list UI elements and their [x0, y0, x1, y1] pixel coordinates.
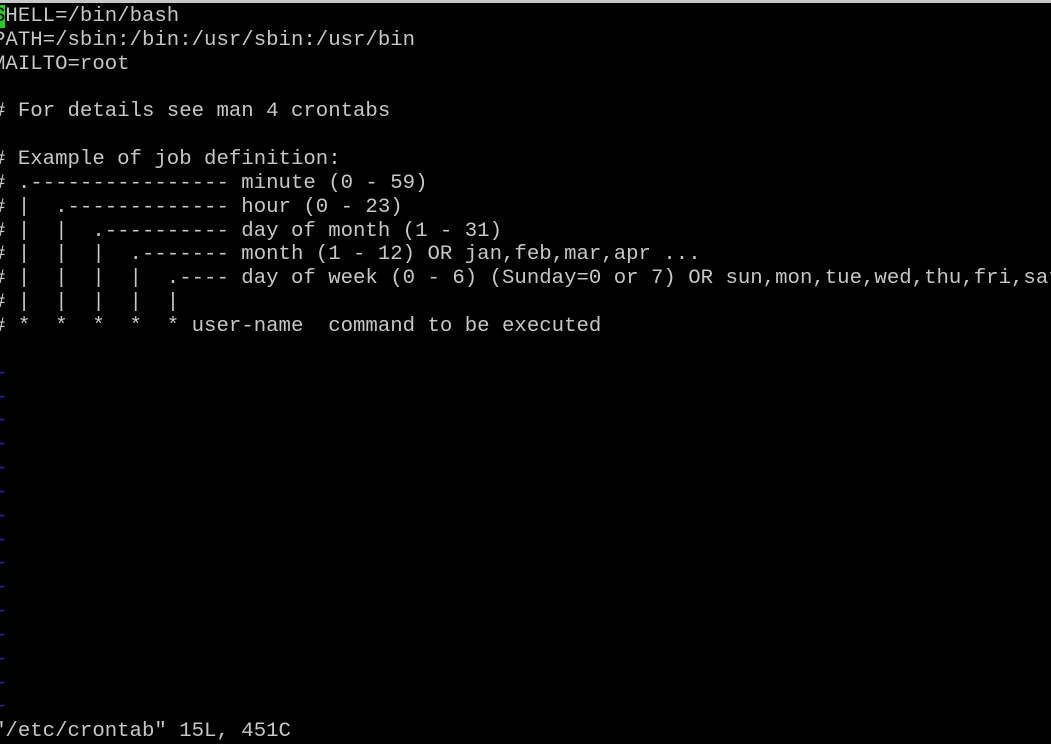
buffer-line[interactable]: # | | | | .---- day of week (0 - 6) (Sun… — [0, 267, 1051, 291]
line-text: MAILTO=root — [0, 52, 130, 76]
line-text: # | | | .------- month (1 - 12) OR jan,f… — [0, 243, 701, 267]
empty-line-tilde: ~ — [0, 601, 1051, 625]
empty-line-tilde: ~ — [0, 410, 1051, 434]
empty-line-tilde: ~ — [0, 673, 1051, 697]
line-text: # | | | | .---- day of week (0 - 6) (Sun… — [0, 267, 1051, 291]
line-text: # | .------------- hour (0 - 23) — [0, 195, 403, 219]
empty-line-tilde: ~ — [0, 434, 1051, 458]
line-text: # For details see man 4 crontabs — [0, 100, 391, 124]
buffer-line[interactable]: # | | | .------- month (1 - 12) OR jan,f… — [0, 243, 1051, 267]
empty-line-tilde: ~ — [0, 649, 1051, 673]
buffer-line[interactable]: # | | | | | — [0, 291, 1051, 315]
empty-line-tilde: ~ — [0, 553, 1051, 577]
buffer-line[interactable]: SHELL=/bin/bash — [0, 5, 1051, 29]
buffer-line[interactable] — [0, 124, 1051, 148]
window-top-border — [0, 0, 1051, 3]
empty-line-tilde: ~ — [0, 458, 1051, 482]
line-text: # * * * * * user-name command to be exec… — [0, 314, 602, 338]
buffer-line[interactable]: # * * * * * user-name command to be exec… — [0, 315, 1051, 339]
empty-line-tilde: ~ — [0, 530, 1051, 554]
empty-line-tilde: ~ — [0, 625, 1051, 649]
buffer-line[interactable] — [0, 339, 1051, 363]
line-text: HELL=/bin/bash — [5, 5, 180, 28]
line-text: # | | .---------- day of month (1 - 31) — [0, 219, 502, 243]
line-text: # | | | | | — [0, 291, 180, 315]
buffer-line[interactable]: # | | .---------- day of month (1 - 31) — [0, 220, 1051, 244]
buffer-line[interactable] — [0, 77, 1051, 101]
buffer-line[interactable]: # | .------------- hour (0 - 23) — [0, 196, 1051, 220]
buffer-line[interactable]: MAILTO=root — [0, 53, 1051, 77]
buffer-line[interactable]: # Example of job definition: — [0, 148, 1051, 172]
vim-status-line: "/etc/crontab" 15L, 451C — [0, 720, 291, 743]
buffer-line[interactable]: PATH=/sbin:/bin:/usr/sbin:/usr/bin — [0, 29, 1051, 53]
buffer-line[interactable]: # For details see man 4 crontabs — [0, 100, 1051, 124]
empty-line-tilde: ~ — [0, 577, 1051, 601]
empty-line-tilde: ~ — [0, 363, 1051, 387]
empty-line-tilde: ~ — [0, 696, 1051, 720]
empty-line-tilde: ~ — [0, 482, 1051, 506]
buffer-line[interactable]: # .---------------- minute (0 - 59) — [0, 172, 1051, 196]
line-text: # .---------------- minute (0 - 59) — [0, 171, 428, 195]
empty-line-tilde: ~ — [0, 387, 1051, 411]
line-text: # Example of job definition: — [0, 148, 341, 172]
vim-buffer[interactable]: SHELL=/bin/bashPATH=/sbin:/bin:/usr/sbin… — [0, 5, 1051, 720]
line-text: PATH=/sbin:/bin:/usr/sbin:/usr/bin — [0, 28, 416, 52]
empty-line-tilde: ~ — [0, 506, 1051, 530]
